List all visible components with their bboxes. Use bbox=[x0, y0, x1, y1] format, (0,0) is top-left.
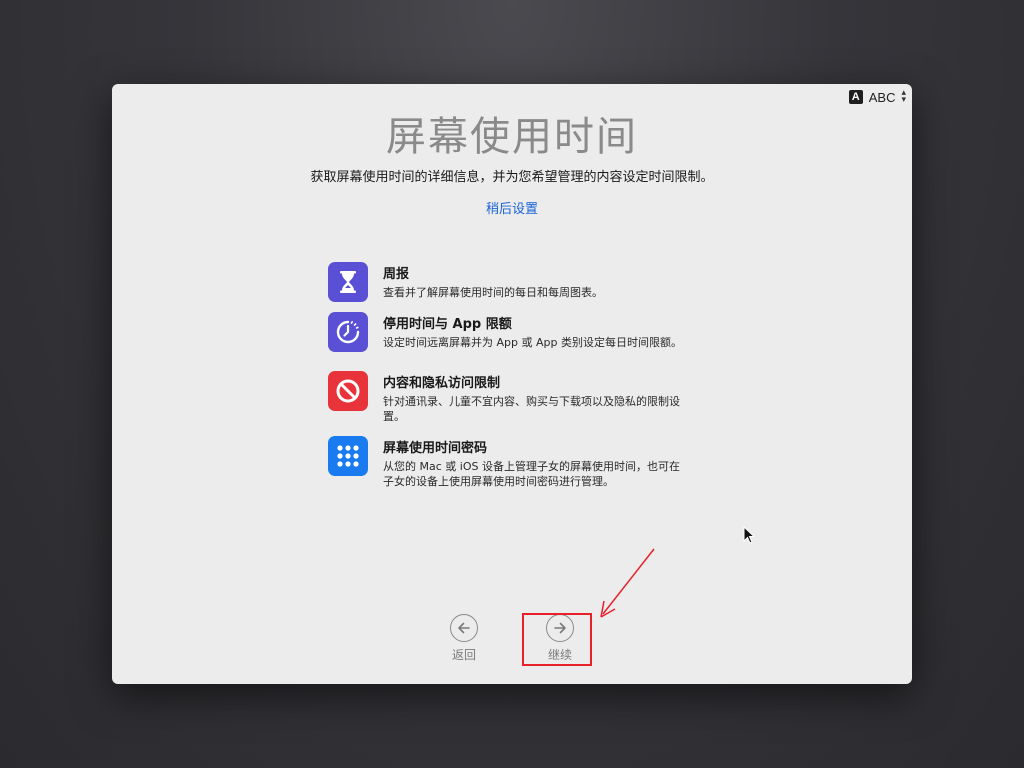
annotation-highlight-box bbox=[522, 613, 592, 666]
feature-name: 屏幕使用时间密码 bbox=[383, 441, 488, 456]
feature-downtime-limits: 停用时间与 App 限额 设定时间远离屏幕并为 App 或 App 类别设定每日… bbox=[328, 312, 688, 352]
input-source-menu[interactable]: A ABC ▴ ▾ bbox=[848, 88, 906, 105]
feature-content-privacy: 内容和隐私访问限制 针对通讯录、儿童不宜内容、购买与下载项以及隐私的限制设置。 bbox=[328, 371, 688, 424]
feature-name: 周报 bbox=[383, 267, 410, 282]
keypad-icon bbox=[328, 436, 368, 476]
arrow-left-icon bbox=[450, 614, 478, 642]
setup-window: A ABC ▴ ▾ 屏幕使用时间 获取屏幕使用时间的详细信息，并为您希望管理的内容… bbox=[112, 84, 912, 684]
feature-passcode: 屏幕使用时间密码 从您的 Mac 或 iOS 设备上管理子女的屏幕使用时间，也可… bbox=[328, 436, 688, 489]
input-source-badge: A bbox=[848, 90, 863, 104]
downtime-icon bbox=[328, 312, 368, 352]
back-label: 返回 bbox=[451, 648, 476, 662]
back-button[interactable]: 返回 bbox=[434, 614, 494, 663]
feature-weekly-report: 周报 查看并了解屏幕使用时间的每日和每周图表。 bbox=[328, 262, 688, 302]
feature-name: 停用时间与 App 限额 bbox=[383, 317, 512, 332]
feature-description: 查看并了解屏幕使用时间的每日和每周图表。 bbox=[383, 286, 603, 299]
page-subtitle: 获取屏幕使用时间的详细信息，并为您希望管理的内容设定时间限制。 bbox=[310, 170, 714, 185]
feature-description: 设定时间远离屏幕并为 App 或 App 类别设定每日时间限额。 bbox=[383, 336, 682, 349]
chevron-updown-icon: ▴ ▾ bbox=[901, 88, 906, 105]
feature-name: 内容和隐私访问限制 bbox=[383, 376, 501, 391]
set-up-later-link[interactable]: 稍后设置 bbox=[112, 198, 912, 217]
prohibited-icon bbox=[328, 371, 368, 411]
feature-description: 从您的 Mac 或 iOS 设备上管理子女的屏幕使用时间，也可在子女的设备上使用… bbox=[383, 460, 680, 488]
hourglass-icon bbox=[328, 262, 368, 302]
input-source-label: ABC bbox=[868, 89, 896, 105]
feature-description: 针对通讯录、儿童不宜内容、购买与下载项以及隐私的限制设置。 bbox=[383, 395, 680, 423]
page-title: 屏幕使用时间 bbox=[386, 114, 638, 160]
